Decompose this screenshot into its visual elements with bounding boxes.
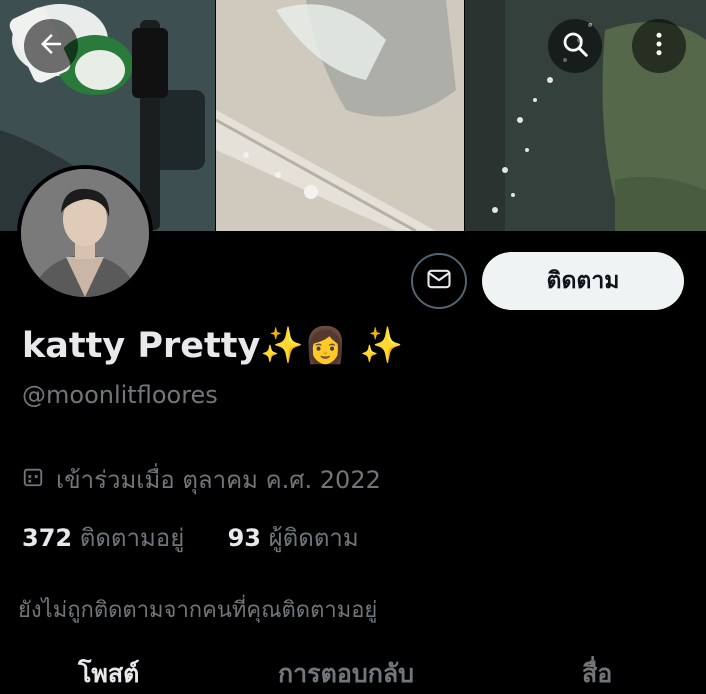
followers-label: ผู้ติดตาม	[268, 524, 359, 552]
follow-stats: 372 ติดตามอยู่ 93 ผู้ติดตาม	[22, 518, 359, 557]
following-count: 372	[22, 524, 73, 552]
avatar-photo	[21, 169, 149, 297]
follow-button[interactable]: ติดตาม	[482, 252, 684, 310]
following-label: ติดตามอยู่	[79, 524, 185, 552]
mail-icon	[425, 265, 453, 297]
arrow-left-icon	[36, 29, 66, 63]
more-vertical-icon	[644, 29, 674, 63]
back-button[interactable]	[24, 19, 78, 73]
banner-photo-water	[216, 0, 464, 231]
tab-replies[interactable]: การตอบกลับ	[278, 654, 414, 694]
tab-posts[interactable]: โพสต์	[78, 654, 139, 694]
followers-count: 93	[227, 524, 261, 552]
followers-link[interactable]: 93 ผู้ติดตาม	[228, 524, 359, 552]
display-name: katty Pretty✨👩 ✨	[22, 326, 404, 366]
message-button[interactable]	[411, 253, 467, 309]
join-date: เข้าร่วมเมื่อ ตุลาคม ค.ศ. 2022	[22, 460, 381, 499]
search-icon	[560, 29, 590, 63]
calendar-icon	[22, 466, 56, 494]
not-followed-notice: ยังไม่ถูกติดตามจากคนที่คุณติดตามอยู่	[18, 598, 378, 623]
join-date-text: เข้าร่วมเมื่อ ตุลาคม ค.ศ. 2022	[56, 466, 381, 494]
search-button[interactable]	[548, 19, 602, 73]
more-options-button[interactable]	[632, 19, 686, 73]
user-handle: @moonlitfloores	[22, 381, 218, 409]
avatar[interactable]	[17, 165, 153, 301]
following-link[interactable]: 372 ติดตามอยู่	[22, 524, 184, 552]
tab-media[interactable]: สื่อ	[582, 654, 612, 694]
